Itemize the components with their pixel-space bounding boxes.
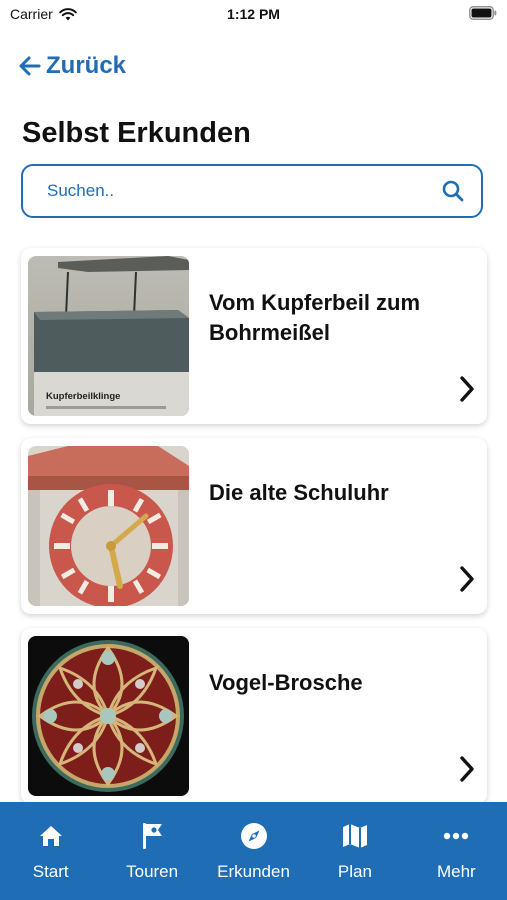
more-icon xyxy=(443,822,469,850)
compass-icon xyxy=(240,822,268,850)
chevron-right-icon xyxy=(459,755,475,788)
back-button[interactable]: Zurück xyxy=(18,52,126,80)
tab-label: Plan xyxy=(337,862,372,881)
list-item[interactable]: Die alte Schuluhr xyxy=(21,438,487,614)
tab-plan[interactable]: Plan xyxy=(304,802,405,900)
arrow-left-icon xyxy=(19,56,41,76)
search-icon[interactable] xyxy=(441,179,465,203)
search-input[interactable] xyxy=(45,180,441,202)
card-title: Die alte Schuluhr xyxy=(209,480,389,505)
back-label: Zurück xyxy=(46,52,127,79)
home-icon xyxy=(38,822,64,850)
status-time: 1:12 PM xyxy=(227,6,280,22)
screen: Carrier 1:12 PM Zurück Selbst Erkunden S… xyxy=(0,0,507,900)
battery-icon xyxy=(469,6,497,23)
image-caption: Kupferbeilklinge xyxy=(46,391,120,402)
card-image-copper-axe: Kupferbeilklinge xyxy=(28,256,189,416)
flag-icon xyxy=(140,822,164,850)
tab-erkunden[interactable]: Erkunden xyxy=(203,802,304,900)
tab-touren[interactable]: Touren xyxy=(101,802,202,900)
tab-mehr[interactable]: Mehr xyxy=(406,802,507,900)
page-title: Selbst Erkunden xyxy=(22,117,251,149)
status-bar: Carrier 1:12 PM xyxy=(0,0,507,28)
tab-label: Start xyxy=(32,862,69,881)
tab-label: Touren xyxy=(126,862,179,881)
card-image-school-clock xyxy=(28,446,189,606)
search-box[interactable] xyxy=(21,164,483,218)
list-item[interactable]: Kupferbeilklinge Vom Kupferbeil zum Bohr… xyxy=(21,248,487,424)
card-list: Kupferbeilklinge Vom Kupferbeil zum Bohr… xyxy=(21,248,487,818)
chevron-right-icon xyxy=(459,565,475,598)
card-image-bird-brooch xyxy=(28,636,189,796)
tab-label: Mehr xyxy=(436,862,476,881)
map-icon xyxy=(341,822,369,850)
chevron-right-icon xyxy=(459,375,475,408)
tab-start[interactable]: Start xyxy=(0,802,101,900)
tab-label: Erkunden xyxy=(217,862,290,881)
card-title: Vom Kupferbeil zum Bohrmeißel xyxy=(209,290,421,345)
card-title: Vogel-Brosche xyxy=(209,670,363,695)
list-item[interactable]: Vogel-Brosche xyxy=(21,628,487,804)
tab-bar: Start Touren Erkunden Plan Mehr xyxy=(0,802,507,900)
